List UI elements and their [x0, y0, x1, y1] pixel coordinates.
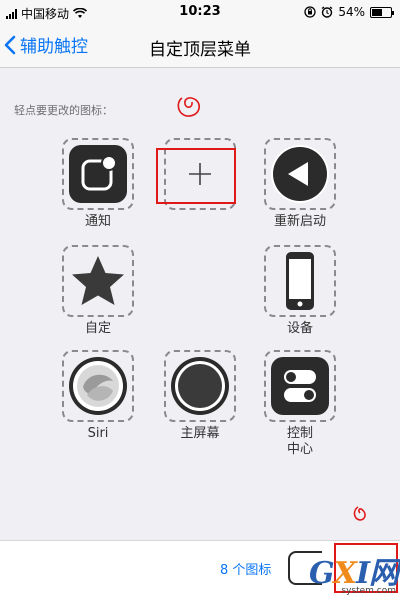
page-title: 自定顶层菜单 [149, 40, 251, 60]
icon-slot-restart[interactable]: 重新启动 [264, 138, 336, 230]
alarm-icon [321, 6, 333, 18]
icon-slot-custom[interactable]: 自定 [62, 245, 134, 337]
watermark-site: system.com [341, 586, 396, 596]
bottom-bar: 8 个图标 GXI网 system.com [0, 540, 400, 596]
annotation-rect-plus [156, 148, 236, 204]
annotation-scribble-bottom [353, 506, 366, 521]
siri-icon [69, 357, 127, 415]
notification-icon [69, 145, 127, 203]
icon-label-control-center: 控制 中心 [286, 426, 313, 457]
icon-slot-home[interactable]: 主屏幕 [164, 350, 236, 442]
icon-slot-device[interactable]: 设备 [264, 245, 336, 337]
icon-slot-control-center[interactable]: 控制 中心 [264, 350, 336, 458]
icon-label-custom: 自定 [84, 321, 111, 336]
home-button-icon [171, 357, 229, 415]
hint-text: 轻点要更改的图标： [14, 104, 113, 117]
rotation-lock-icon [304, 6, 316, 18]
control-center-icon [271, 357, 329, 415]
icon-label-home: 主屏幕 [180, 426, 220, 441]
nav-bar: 辅助触控 自定顶层菜单 [0, 24, 400, 68]
icon-label-restart: 重新启动 [273, 214, 326, 229]
battery-percent: 54% [338, 5, 365, 19]
icon-label-notification: 通知 [84, 214, 111, 229]
battery-icon [370, 6, 394, 18]
status-right: 54% [304, 5, 394, 19]
icon-label-device: 设备 [286, 321, 313, 336]
icon-slot-siri[interactable]: Siri [62, 350, 134, 442]
status-bar: 中国移动 10:23 54% [0, 0, 400, 24]
icon-count-label: 8 个图标 [220, 563, 272, 578]
icon-label-siri: Siri [87, 426, 109, 441]
icon-slot-notification[interactable]: 通知 [62, 138, 134, 230]
restart-icon [271, 145, 329, 203]
star-icon [72, 256, 124, 305]
device-icon [286, 252, 314, 310]
annotation-scribble-top [177, 97, 200, 117]
